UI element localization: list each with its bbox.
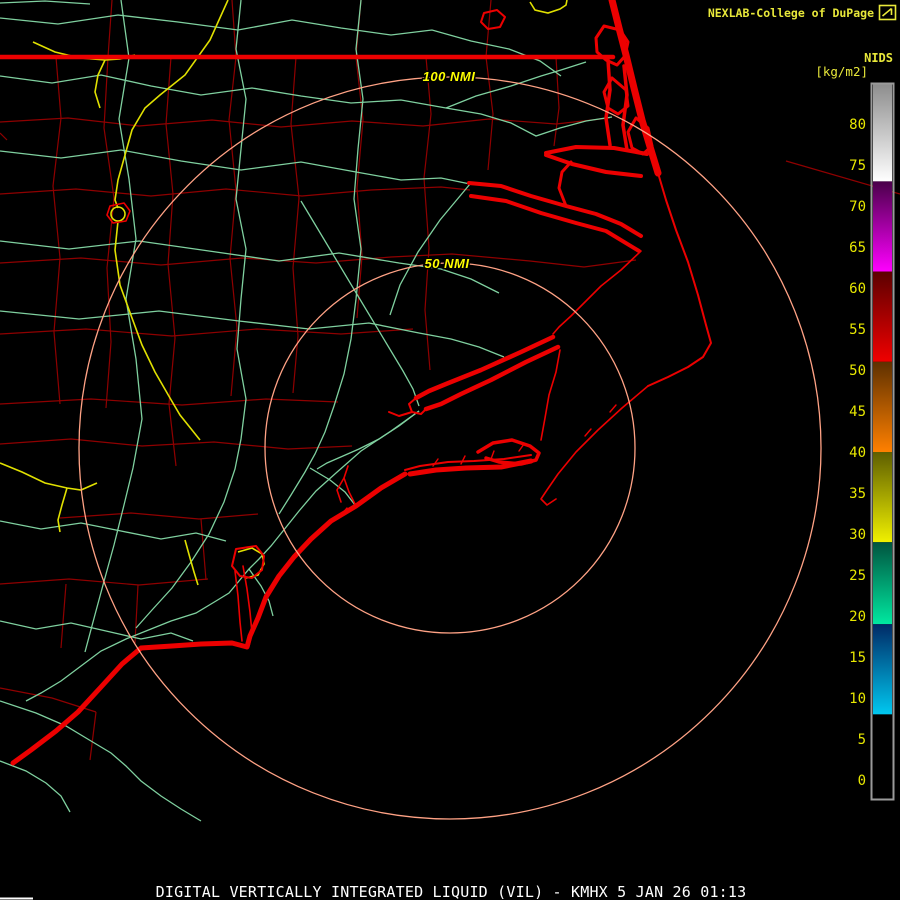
range-ring-label-100: 100 NMI [423, 69, 476, 84]
county-borders-path [485, 0, 494, 171]
roads-path [389, 183, 471, 316]
coastline-path [557, 160, 573, 208]
coastline-path [552, 250, 642, 335]
coastline-path [423, 344, 561, 412]
highways-path [94, 59, 106, 109]
colorbar-tick-15: 15 [849, 650, 866, 666]
coastline-path [621, 64, 629, 152]
coastline-path [460, 455, 466, 465]
colorbar-tick-30: 30 [849, 527, 866, 543]
coastline-path [343, 465, 357, 507]
county-borders-path [200, 518, 207, 581]
colorbar-tick-0: 0 [858, 773, 866, 789]
colorbar-tick-80: 80 [849, 117, 866, 133]
county-borders-path [0, 253, 585, 268]
radar-map-canvas: 50 NMI 100 NMI NEXLAB-College of DuPage … [0, 0, 900, 900]
roads-path [0, 700, 202, 822]
colorbar-tick-40: 40 [849, 445, 866, 461]
county-borders-path [103, 0, 115, 409]
cod-flag-icon-path [881, 7, 893, 17]
colorbar-segment-19-8 [873, 624, 892, 715]
county-borders-path [52, 56, 62, 405]
coastline-path [432, 458, 439, 467]
roads-path [0, 0, 91, 5]
colorbar-segment-62-51 [873, 271, 892, 362]
hatteras-coast [647, 172, 712, 387]
roads-path [84, 0, 143, 653]
colorbar-tick-60: 60 [849, 281, 866, 297]
roads-path [316, 410, 420, 470]
colorbar-tick-65: 65 [849, 240, 866, 256]
coastline-path [518, 443, 525, 452]
roads-path [0, 760, 71, 813]
highways-path [184, 539, 199, 586]
coastline-path [490, 450, 495, 460]
cod-flag-icon [878, 4, 897, 21]
pamlico-river-shore [467, 181, 643, 238]
county-borders-path [60, 583, 67, 649]
colorbar-tick-20: 20 [849, 609, 866, 625]
colorbar-title: NIDS [864, 51, 893, 65]
product-title: DIGITAL VERTICALLY INTEGRATED LIQUID (VI… [156, 883, 747, 900]
roads-path [309, 467, 356, 506]
coastline-path [584, 428, 592, 437]
highways-layer [0, 0, 568, 586]
neuse-river-shore [413, 334, 556, 401]
highways-path [529, 0, 568, 14]
colorbar-segment-29-19 [873, 542, 892, 625]
colorbar-tick-50: 50 [849, 363, 866, 379]
colorbar: NIDS [kg/m2] 807570656055504540353025201… [815, 51, 895, 801]
colorbar-segment-85-73 [873, 83, 892, 182]
county-borders-path [59, 512, 259, 520]
roads-path [0, 520, 227, 542]
highways-path [114, 220, 201, 441]
coastline-path [604, 58, 612, 147]
colorbar-tick-5: 5 [858, 732, 866, 748]
county-borders-path [0, 438, 353, 450]
colorbar-tick-labels: 80757065605550454035302520151050 [849, 117, 866, 789]
colorbar-tick-70: 70 [849, 199, 866, 215]
brand-text: NEXLAB-College of DuPage [708, 6, 874, 20]
coastline-path [540, 349, 561, 441]
colorbar-segment-73-62 [873, 181, 892, 272]
colorbar-tick-45: 45 [849, 404, 866, 420]
roads-path [0, 14, 562, 77]
colorbar-segment-51-40 [873, 361, 892, 452]
range-ring-label-50: 50 NMI [425, 256, 470, 271]
coastline-path [388, 411, 413, 417]
roads-path [25, 410, 420, 702]
colorbar-tick-75: 75 [849, 158, 866, 174]
bogue-banks-coast [407, 458, 534, 477]
county-borders-path [89, 711, 97, 761]
colorbar-units: [kg/m2] [815, 64, 868, 79]
highways-path [0, 462, 98, 491]
core-banks-coast [540, 385, 649, 506]
radar-display: 50 NMI 100 NMI NEXLAB-College of DuPage … [0, 0, 900, 900]
county-borders-path [0, 132, 8, 141]
coastline-path [480, 9, 506, 30]
colorbar-segment-8--2 [873, 714, 892, 797]
colorbar-tick-35: 35 [849, 486, 866, 502]
coastline-path [544, 153, 643, 178]
coastline-path [609, 404, 617, 413]
wilmington-boundary [231, 545, 265, 579]
colorbar-segments [873, 83, 892, 797]
roads-path [278, 0, 364, 515]
colorbar-tick-55: 55 [849, 322, 866, 338]
colorbar-tick-10: 10 [849, 691, 866, 707]
colorbar-segment-40-29 [873, 452, 892, 543]
city-ring-road [110, 206, 126, 222]
colorbar-tick-25: 25 [849, 568, 866, 584]
